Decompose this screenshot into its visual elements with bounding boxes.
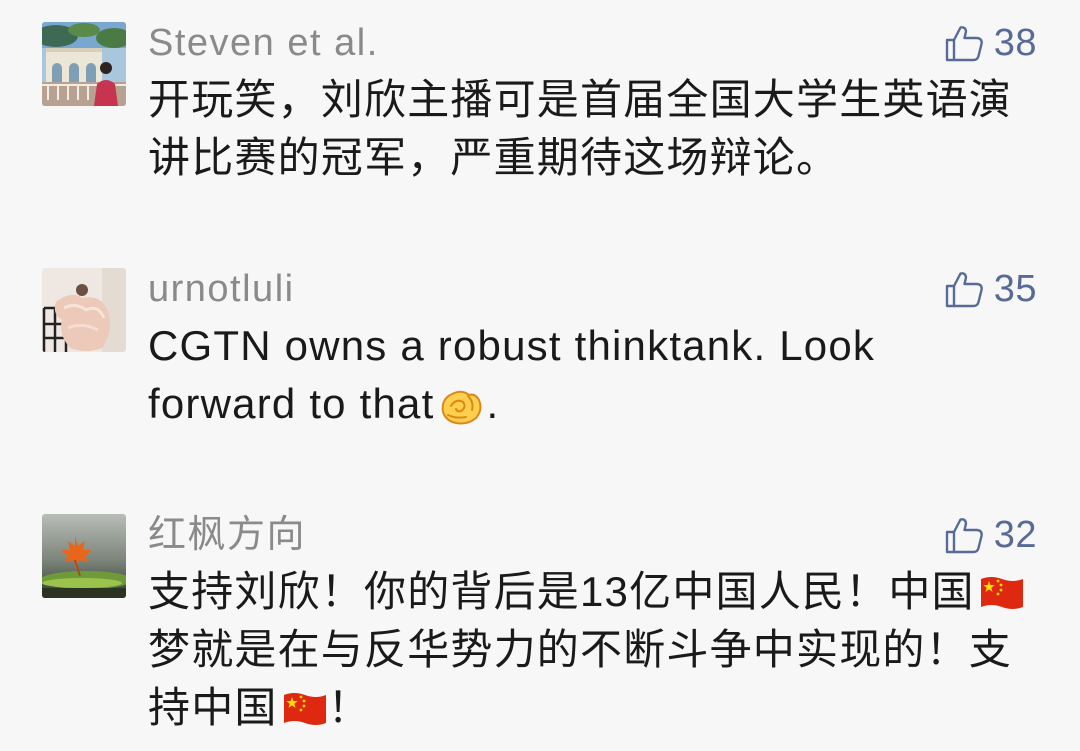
china-flag-emoji: [979, 575, 1025, 611]
comment-text-segment: 梦就是在与反华势力的不断斗争中实现的！支: [148, 626, 1013, 673]
comment-text-segment: 持中国: [148, 684, 278, 731]
comment-text-line: 讲比赛的冠军，严重期待这场辩论。: [148, 129, 1037, 187]
comment-text-line: 支持刘欣！你的背后是13亿中国人民！中国: [148, 563, 1037, 621]
comment-text-segment: forward to that: [148, 380, 435, 427]
like-button[interactable]: 35: [944, 268, 1037, 310]
comment-header: urnotluli 35: [148, 268, 1037, 310]
like-count: 32: [993, 514, 1037, 556]
comment-item: 红枫方向 32 支持刘欣！你的背后是13亿中国人民！中国 梦就是在与反华势力的不…: [0, 514, 1080, 737]
comment-text-segment: .: [486, 380, 500, 427]
comment-text: 支持刘欣！你的背后是13亿中国人民！中国 梦就是在与反华势力的不断斗争中实现的！…: [148, 563, 1037, 737]
comment-text-segment: 讲比赛的冠军，严重期待这场辩论。: [148, 134, 840, 181]
like-count: 38: [993, 22, 1037, 64]
thumbs-up-icon: [944, 23, 984, 63]
username: 红枫方向: [148, 514, 307, 556]
thumbs-up-icon: [944, 515, 984, 555]
comment-text-line: 梦就是在与反华势力的不断斗争中实现的！支: [148, 621, 1037, 679]
like-count: 35: [993, 268, 1037, 310]
comment-text-line: 持中国 ！: [148, 679, 1037, 737]
thumbs-up-icon: [944, 269, 984, 309]
comment-item: Steven et al. 38 开玩笑，刘欣主播可是首届全国大学生英语演 讲比…: [0, 22, 1080, 268]
comment-text: 开玩笑，刘欣主播可是首届全国大学生英语演 讲比赛的冠军，严重期待这场辩论。: [148, 71, 1037, 187]
username: urnotluli: [148, 268, 295, 310]
avatar: [42, 22, 126, 106]
beckon-hand-emoji: [438, 382, 484, 428]
comment-list: Steven et al. 38 开玩笑，刘欣主播可是首届全国大学生英语演 讲比…: [0, 0, 1080, 737]
comment-header: 红枫方向 32: [148, 514, 1037, 556]
comment-text: CGTN owns a robust thinktank. Look forwa…: [148, 317, 1037, 433]
comment-text-line: CGTN owns a robust thinktank. Look: [148, 317, 1037, 375]
username: Steven et al.: [148, 22, 379, 64]
comment-header: Steven et al. 38: [148, 22, 1037, 64]
comment-text-segment: ！: [327, 684, 371, 731]
comment-text-segment: 开玩笑，刘欣主播可是首届全国大学生英语演: [148, 76, 1013, 123]
comment-content: urnotluli 35 CGTN owns a robust thinktan…: [148, 268, 1037, 514]
comment-text-segment: CGTN owns a robust thinktank. Look: [148, 322, 876, 369]
comment-item: urnotluli 35 CGTN owns a robust thinktan…: [0, 268, 1080, 514]
comment-text-line: forward to that .: [148, 375, 1037, 433]
comment-content: 红枫方向 32 支持刘欣！你的背后是13亿中国人民！中国 梦就是在与反华势力的不…: [148, 514, 1037, 737]
like-button[interactable]: 38: [944, 22, 1037, 64]
comment-content: Steven et al. 38 开玩笑，刘欣主播可是首届全国大学生英语演 讲比…: [148, 22, 1037, 268]
avatar: [42, 268, 126, 352]
comment-text-line: 开玩笑，刘欣主播可是首届全国大学生英语演: [148, 71, 1037, 129]
like-button[interactable]: 32: [944, 514, 1037, 556]
comment-text-segment: 支持刘欣！你的背后是13亿中国人民！中国: [148, 568, 975, 615]
china-flag-emoji: [282, 691, 328, 727]
avatar: [42, 514, 126, 598]
